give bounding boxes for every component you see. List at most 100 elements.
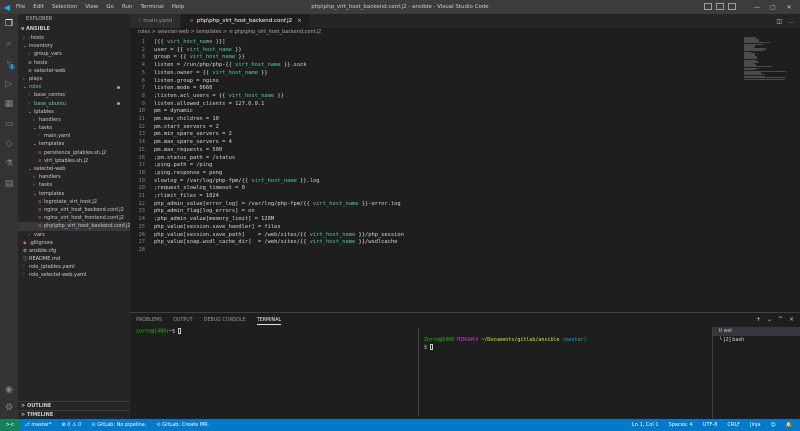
file-item[interactable]: ! role_selectel-web.yaml: [18, 271, 130, 279]
code-line[interactable]: 20 ;request_slowlog_timeout = 0: [130, 185, 730, 193]
file-item[interactable]: ! main.yaml: [18, 132, 130, 140]
folder-item[interactable]: › base_centos: [18, 91, 130, 99]
gitlab-icon[interactable]: ◇: [3, 138, 15, 150]
split-editor-icon[interactable]: ◫: [776, 18, 782, 25]
folder-item[interactable]: ⌄ templates: [18, 140, 130, 148]
file-item[interactable]: ≡ virt_iptables.sh.j2: [18, 157, 130, 165]
terminal-bash[interactable]: Zorro@1400 MINGW64 ~/Documents/gitlab/an…: [424, 337, 587, 352]
status-item[interactable]: 🔔: [786, 419, 792, 431]
code-line[interactable]: 8 ;listen.acl_users = {{ virt_host_name }…: [130, 93, 730, 101]
code-line[interactable]: 10 pm = dynamic: [130, 108, 730, 116]
maximize-panel-icon[interactable]: ^: [778, 316, 783, 323]
terminal-list-item[interactable]: ⌷ wsl: [713, 327, 800, 336]
file-item[interactable]: ≡ hosts: [18, 59, 130, 67]
testing-icon[interactable]: ⚗: [3, 158, 15, 170]
remote-explorer-icon[interactable]: ▭: [3, 118, 15, 130]
folder-item[interactable]: › group_vars: [18, 50, 130, 58]
code-line[interactable]: 7 listen.mode = 0660: [130, 85, 730, 93]
editor-tab[interactable]: ! main.yaml: [130, 14, 182, 28]
folder-item[interactable]: › plays: [18, 75, 130, 83]
minimap[interactable]: [744, 37, 790, 97]
folder-item[interactable]: ⌄ tasks: [18, 124, 130, 132]
terminal-split-divider[interactable]: [418, 328, 419, 416]
file-item[interactable]: ≡ php\php_virt_host_backend.conf.j2: [18, 222, 130, 231]
menu-item-selection[interactable]: Selection: [52, 4, 77, 10]
code-line[interactable]: 17 ;ping.path = /ping: [130, 162, 730, 170]
folder-item[interactable]: › handlers: [18, 173, 130, 181]
terminal-wsl[interactable]: zorro@1400:~$: [136, 328, 182, 335]
code-line[interactable]: 26 php_value[session.save_path] = /web/si…: [130, 232, 730, 240]
chevron-down-icon[interactable]: ⌄: [767, 316, 772, 323]
code-line[interactable]: 2 user = {{ virt_host_name }}: [130, 47, 730, 55]
code-line[interactable]: 21 ;rlimit_files = 1024: [130, 193, 730, 201]
status-item[interactable]: Jinja: [750, 419, 761, 431]
code-line[interactable]: 14 pm.max_spare_servers = 4: [130, 139, 730, 147]
more-actions-icon[interactable]: …: [788, 18, 794, 25]
panel-tab-debug-console[interactable]: DEBUG CONSOLE: [204, 316, 246, 325]
terminal-list-item[interactable]: └ [2] bash: [713, 336, 800, 345]
status-item[interactable]: Ln 1, Col 1: [632, 419, 659, 431]
minimize-icon[interactable]: —: [752, 4, 762, 11]
account-icon[interactable]: ◉: [3, 384, 15, 396]
code-line[interactable]: 28: [130, 247, 730, 255]
folder-item[interactable]: › base_ubuntu: [18, 100, 130, 108]
folder-item[interactable]: › handlers: [18, 116, 130, 124]
status-item[interactable]: CRLF: [727, 419, 740, 431]
docker-icon[interactable]: ▤: [3, 178, 15, 190]
file-item[interactable]: ! role_iptables.yaml: [18, 263, 130, 271]
file-item[interactable]: ≡ logrotate_virt_host.j2: [18, 198, 130, 206]
explorer-icon[interactable]: ❐: [3, 18, 15, 30]
code-line[interactable]: 15 pm.max_requests = 500: [130, 147, 730, 155]
status-item[interactable]: ⎇ master*: [24, 419, 51, 431]
status-item[interactable]: Spaces: 4: [669, 419, 693, 431]
code-line[interactable]: 27 php_value[soap.wsdl_cache_dir] = /web/…: [130, 239, 730, 247]
editor-tab[interactable]: ≡ php\php_virt_host_backend.conf.j2 ×: [181, 14, 311, 28]
code-line[interactable]: 13 pm.min_spare_servers = 2: [130, 131, 730, 139]
remote-indicator[interactable]: ><: [0, 419, 20, 431]
status-item[interactable]: ⊙ GitLab: Create MR.: [156, 419, 209, 431]
run-debug-icon[interactable]: ▷: [3, 78, 15, 90]
search-icon[interactable]: ⌕: [3, 38, 15, 50]
menu-item-run[interactable]: Run: [122, 4, 133, 10]
close-panel-icon[interactable]: ×: [789, 316, 794, 323]
menu-item-help[interactable]: Help: [172, 4, 185, 10]
code-line[interactable]: 4 listen = /run/php/php-{{ virt_host_name…: [130, 62, 730, 70]
file-item[interactable]: ⓘ README.md: [18, 255, 130, 263]
settings-gear-icon[interactable]: ⚙: [3, 402, 15, 414]
file-item[interactable]: ≡ selectel-web: [18, 67, 130, 75]
folder-item[interactable]: ⌄ iptables: [18, 108, 130, 116]
folder-item[interactable]: ⌄ roles: [18, 83, 130, 91]
code-line[interactable]: 1 [{{ virt_host_name }}]: [130, 39, 730, 47]
panel-tab-output[interactable]: OUTPUT: [173, 316, 193, 325]
code-line[interactable]: 6 listen.group = nginx: [130, 78, 730, 86]
status-item[interactable]: ⊙ GitLab: No pipeline.: [91, 419, 146, 431]
menu-item-terminal[interactable]: Terminal: [140, 4, 163, 10]
toggle-sidebar-icon[interactable]: [704, 3, 712, 10]
panel-tab-problems[interactable]: PROBLEMS: [136, 316, 162, 325]
status-item[interactable]: ☺: [771, 419, 776, 431]
file-item[interactable]: ⚙ ansible.cfg: [18, 247, 130, 255]
code-line[interactable]: 22 php_admin_value[error_log] = /var/log/…: [130, 201, 730, 209]
file-item[interactable]: ◆ .gitignore: [18, 239, 130, 247]
code-line[interactable]: 18 ;ping.response = pong: [130, 170, 730, 178]
timeline-section[interactable]: > TIMELINE: [18, 410, 130, 419]
file-item[interactable]: ≡ persitence_iptables.sh.j2: [18, 149, 130, 157]
code-line[interactable]: 3 group = {{ virt_host_name }}: [130, 54, 730, 62]
maximize-icon[interactable]: ▢: [768, 4, 778, 11]
menu-item-go[interactable]: Go: [106, 4, 114, 10]
toggle-secondary-sidebar-icon[interactable]: [728, 3, 736, 10]
code-line[interactable]: 19 slowlog = /var/log/php-fpm/{{ virt_hos…: [130, 178, 730, 186]
code-editor[interactable]: 1 [{{ virt_host_name }}] 2 user = {{ virt_h…: [130, 37, 800, 312]
extensions-icon[interactable]: ▦: [3, 98, 15, 110]
code-line[interactable]: 24 ;php_admin_value[memory_limit] = 128M: [130, 216, 730, 224]
menu-item-edit[interactable]: Edit: [33, 4, 44, 10]
new-terminal-icon[interactable]: +: [756, 316, 761, 323]
toggle-panel-icon[interactable]: [716, 3, 724, 10]
outline-section[interactable]: > OUTLINE: [18, 401, 130, 410]
code-line[interactable]: 23 php_admin_flag[log_errors] = on: [130, 208, 730, 216]
folder-item[interactable]: ⌄ inventory: [18, 42, 130, 50]
folder-item[interactable]: ⌄ templates: [18, 190, 130, 198]
code-line[interactable]: 11 pm.max_children = 10: [130, 116, 730, 124]
folder-item[interactable]: ⌄ selectel-web: [18, 165, 130, 173]
status-item[interactable]: ⊗ 0 ⚠ 0: [61, 419, 81, 431]
